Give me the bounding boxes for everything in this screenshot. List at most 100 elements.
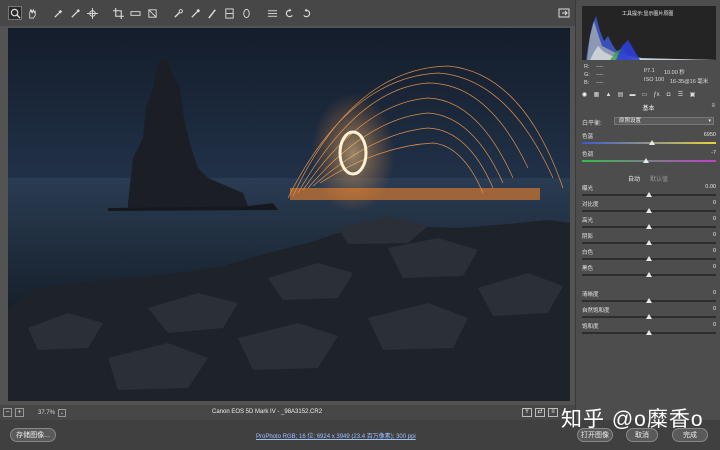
lens: 16-35@16 毫米 — [670, 79, 709, 85]
slider-8[interactable]: 饱和度 0 — [582, 322, 716, 338]
r-label: R: — [584, 64, 590, 70]
color-sampler-icon[interactable] — [68, 6, 82, 20]
tint-label: 色调 — [582, 152, 594, 158]
target-adjust-icon[interactable] — [85, 6, 99, 20]
compare-settings-icon[interactable]: ≡ — [548, 408, 558, 417]
slider-label: 白色 — [582, 250, 594, 256]
watermark: 知乎 @o糜香o — [561, 408, 704, 431]
slider-6[interactable]: 清晰度 0 — [582, 290, 716, 306]
slider-value[interactable]: 0 — [713, 216, 716, 222]
straighten-icon[interactable] — [128, 6, 142, 20]
transform-icon[interactable] — [145, 6, 159, 20]
b-label: B: — [584, 80, 590, 86]
histogram-tooltip: 工具提示:显示图片原图 — [622, 11, 674, 17]
graduated-filter-icon[interactable] — [222, 6, 236, 20]
slider-value[interactable]: 0 — [713, 232, 716, 238]
lens-corrections-tab-icon[interactable]: ▭ — [640, 91, 649, 99]
radial-filter-icon[interactable] — [239, 6, 253, 20]
detail-tab-icon[interactable]: ▲ — [604, 91, 613, 99]
slider-knob[interactable] — [646, 314, 652, 319]
right-panel: 工具提示:显示图片原图 R: ---- G: ---- B: ---- f/7.… — [575, 0, 720, 420]
slider-label: 自然饱和度 — [582, 308, 610, 314]
slider-value[interactable]: 0 — [713, 264, 716, 270]
swap-settings-icon[interactable]: ⇄ — [535, 408, 545, 417]
default-button[interactable]: 默认值 — [650, 174, 668, 183]
slider-value[interactable]: 0 — [713, 248, 716, 254]
slider-3[interactable]: 阴影 0 — [582, 232, 716, 248]
slider-label: 饱和度 — [582, 324, 599, 330]
snapshots-tab-icon[interactable]: ▣ — [688, 91, 697, 99]
workflow-options-link[interactable]: ProPhoto RGB; 16 位; 6924 x 3949 (23.4 百万… — [256, 431, 416, 440]
white-balance-icon[interactable] — [51, 6, 65, 20]
slider-knob[interactable] — [646, 224, 652, 229]
tint-knob[interactable] — [643, 158, 650, 163]
slider-0[interactable]: 曝光 0.00 — [582, 184, 716, 200]
before-after-toggle-icon[interactable]: Y — [522, 408, 532, 417]
aperture: f/7.1 — [644, 68, 655, 74]
tint-value[interactable]: -7 — [711, 150, 716, 156]
hand-icon[interactable] — [25, 6, 39, 20]
iso: ISO 100 — [644, 77, 665, 83]
basic-tab-icon[interactable]: ◉ — [580, 91, 589, 99]
white-balance-row: 白平衡: 原照设置 ▾ — [582, 117, 716, 127]
photo-preview[interactable] — [8, 28, 570, 401]
slider-knob[interactable] — [646, 330, 652, 335]
crop-icon[interactable] — [111, 6, 125, 20]
red-eye-icon[interactable] — [188, 6, 202, 20]
section-menu-icon[interactable]: ≡ — [711, 103, 715, 109]
camera-calibration-tab-icon[interactable]: ◘ — [664, 91, 673, 99]
slider-1[interactable]: 对比度 0 — [582, 200, 716, 216]
temp-value[interactable]: 6950 — [704, 132, 716, 138]
effects-tab-icon[interactable]: ƒx — [652, 91, 661, 99]
slider-2[interactable]: 高光 0 — [582, 216, 716, 232]
zoom-level: 37.7% — [38, 409, 56, 416]
spot-removal-icon[interactable] — [171, 6, 185, 20]
slider-7[interactable]: 自然饱和度 0 — [582, 306, 716, 322]
slider-knob[interactable] — [646, 192, 652, 197]
adjustment-brush-icon[interactable] — [205, 6, 219, 20]
slider-value[interactable]: 0.00 — [705, 184, 716, 190]
save-image-button[interactable]: 存储图像... — [10, 428, 56, 442]
hsl-tab-icon[interactable]: ▤ — [616, 91, 625, 99]
slider-knob[interactable] — [646, 208, 652, 213]
b-value: ---- — [596, 80, 604, 86]
fullscreen-icon[interactable] — [558, 6, 572, 20]
presets-tab-icon[interactable]: ☰ — [676, 91, 685, 99]
preferences-icon[interactable] — [265, 6, 279, 20]
histogram: 工具提示:显示图片原图 — [582, 6, 716, 60]
temp-label: 色温 — [582, 134, 594, 140]
temp-slider[interactable]: 色温 6950 — [582, 132, 716, 148]
slider-value[interactable]: 0 — [713, 290, 716, 296]
wb-select[interactable]: 原照设置 ▾ — [614, 117, 714, 125]
slider-knob[interactable] — [646, 298, 652, 303]
zoom-menu-icon[interactable]: ⌄ — [58, 408, 66, 417]
slider-knob[interactable] — [646, 240, 652, 245]
chevron-down-icon: ▾ — [708, 118, 711, 124]
zoom-in-button[interactable]: + — [15, 408, 24, 417]
wb-value: 原照设置 — [619, 118, 642, 124]
slider-label: 对比度 — [582, 202, 599, 208]
rotate-right-icon[interactable] — [299, 6, 313, 20]
camera-filename: Canon EOS 5D Mark IV - _98A3152.CR2 — [212, 409, 323, 415]
rotate-left-icon[interactable] — [282, 6, 296, 20]
tint-slider[interactable]: 色调 -7 — [582, 150, 716, 166]
status-bar: − + 37.7% ⌄ Canon EOS 5D Mark IV - _98A3… — [0, 405, 575, 420]
slider-label: 阴影 — [582, 234, 594, 240]
slider-knob[interactable] — [646, 256, 652, 261]
slider-value[interactable]: 0 — [713, 322, 716, 328]
slider-knob[interactable] — [646, 272, 652, 277]
auto-button[interactable]: 自动 — [628, 174, 640, 183]
zoom-icon[interactable] — [8, 6, 22, 20]
slider-value[interactable]: 0 — [713, 306, 716, 312]
temp-knob[interactable] — [648, 140, 655, 145]
split-toning-tab-icon[interactable]: ▬ — [628, 91, 637, 99]
tone-curve-tab-icon[interactable]: ▦ — [592, 91, 601, 99]
slider-5[interactable]: 黑色 0 — [582, 264, 716, 280]
panel-tabs: ◉ ▦ ▲ ▤ ▬ ▭ ƒx ◘ ☰ ▣ — [580, 91, 717, 101]
slider-label: 高光 — [582, 218, 594, 224]
zoom-out-button[interactable]: − — [3, 408, 12, 417]
wb-label: 白平衡: — [582, 121, 602, 127]
slider-value[interactable]: 0 — [713, 200, 716, 206]
exif-info: R: ---- G: ---- B: ---- f/7.1 10.00 秒 IS… — [584, 64, 716, 88]
slider-4[interactable]: 白色 0 — [582, 248, 716, 264]
